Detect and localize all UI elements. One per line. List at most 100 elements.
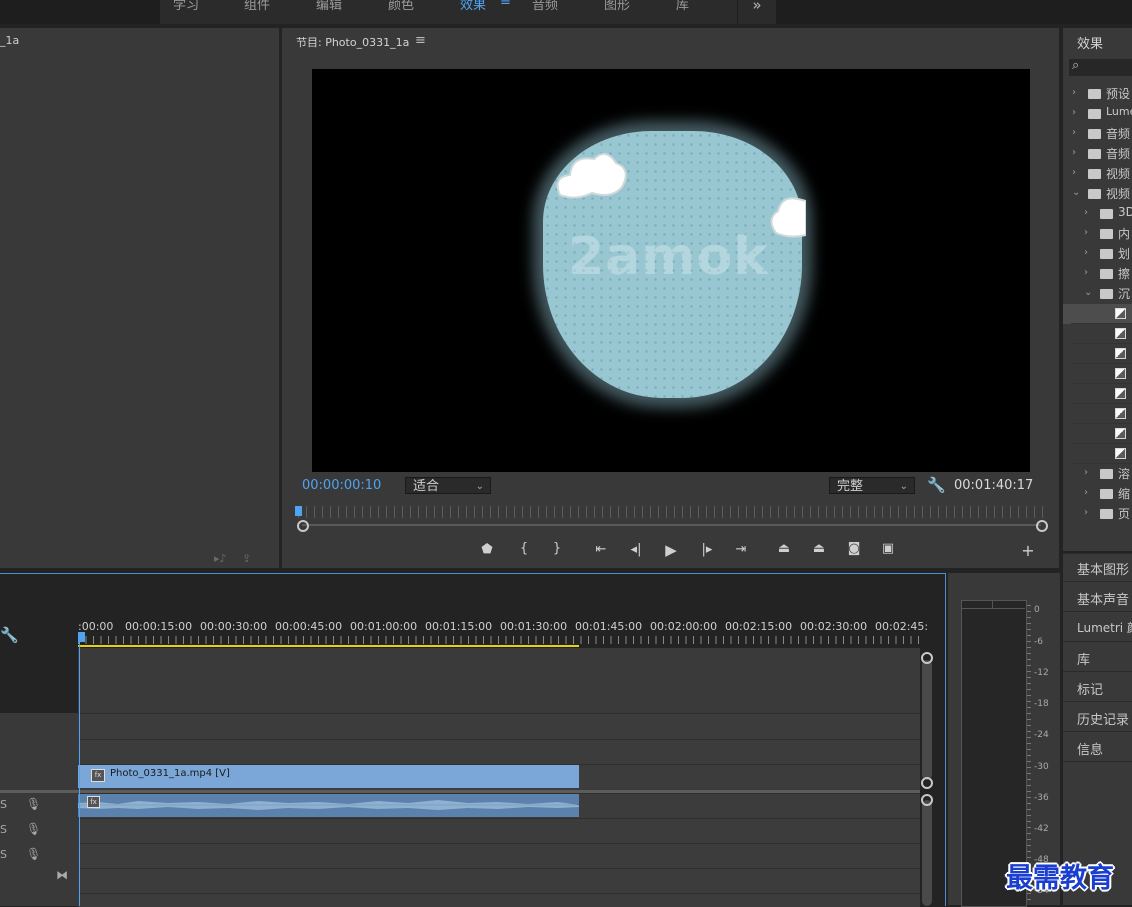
effects-folder[interactable]: › 溶 (1063, 464, 1132, 484)
panel-history[interactable]: 历史记录 (1077, 709, 1129, 728)
effects-folder[interactable]: › 擦 (1063, 264, 1132, 284)
effect-item[interactable] (1063, 424, 1132, 444)
effect-item[interactable] (1063, 384, 1132, 404)
chevron-right-icon[interactable]: › (1084, 207, 1088, 218)
effect-item[interactable] (1063, 344, 1132, 364)
program-video-frame[interactable]: 2amok (312, 69, 1030, 472)
solo-label-a3[interactable]: S (0, 848, 7, 861)
button-editor-plus-icon[interactable]: + (1017, 541, 1039, 560)
comparison-view-icon[interactable]: ▣ (877, 541, 899, 556)
chevron-right-icon[interactable]: › (1084, 247, 1088, 258)
zoom-bar-right-handle[interactable] (1036, 520, 1048, 532)
timeline-playhead-handle[interactable] (78, 632, 85, 642)
audio-clip[interactable]: fx (78, 794, 579, 817)
wrench-icon[interactable]: 🔧 (927, 476, 946, 494)
tab-color[interactable]: 颜色 (388, 0, 414, 13)
export-frame-icon[interactable]: ◙ (843, 541, 865, 556)
step-forward-icon[interactable]: |▸ (696, 542, 718, 557)
microphone-icon[interactable]: 🎙 (26, 847, 41, 861)
more-workspaces-button[interactable]: » (738, 0, 776, 24)
chevron-right-icon[interactable]: › (1072, 107, 1076, 118)
panel-libraries[interactable]: 库 (1077, 649, 1090, 668)
ruler-ticks[interactable] (78, 636, 920, 644)
chevron-right-icon[interactable]: › (1072, 147, 1076, 158)
effects-folder[interactable]: ⌄ 沉 (1063, 284, 1132, 304)
playhead-timecode[interactable]: 00:00:00:10 (302, 478, 381, 493)
effects-folder[interactable]: › 缩 (1063, 484, 1132, 504)
work-area-bar[interactable] (78, 645, 579, 647)
video-track-v3[interactable] (78, 713, 920, 739)
effect-item[interactable] (1063, 404, 1132, 424)
mark-out-icon[interactable]: } (546, 541, 568, 556)
add-marker-icon[interactable]: ⬟ (476, 542, 498, 557)
microphone-icon[interactable]: 🎙 (26, 797, 41, 811)
chevron-right-icon[interactable]: › (1084, 487, 1088, 498)
effects-folder[interactable]: › Lumetri (1063, 104, 1132, 124)
effects-folder[interactable]: › 音频 (1063, 124, 1132, 144)
effects-folder[interactable]: › 3D (1063, 204, 1132, 224)
tab-assembly[interactable]: 组件 (244, 0, 270, 13)
program-time-ruler[interactable] (298, 506, 1046, 518)
audio-track-a4[interactable] (78, 868, 920, 894)
tab-effects-menu-icon[interactable]: ≡ (500, 0, 511, 9)
zoom-select[interactable]: 适合 ⌄ (405, 477, 491, 494)
chevron-down-icon[interactable]: ⌄ (1084, 287, 1092, 298)
tab-graphics[interactable]: 图形 (604, 0, 630, 13)
go-to-out-icon[interactable]: ⇥ (730, 542, 752, 557)
quality-select[interactable]: 完整 ⌄ (829, 477, 915, 494)
effects-search-input[interactable]: ⌕ (1069, 58, 1132, 76)
effects-folder[interactable]: › 音频 (1063, 144, 1132, 164)
effects-folder[interactable]: › 内 (1063, 224, 1132, 244)
step-back-icon[interactable]: ◂| (625, 542, 647, 557)
effect-item[interactable] (1063, 364, 1132, 384)
video-scroll-top-handle[interactable] (921, 652, 933, 664)
timeline-wrench-icon[interactable]: 🔧 (0, 626, 19, 644)
effects-folder[interactable]: › 页 (1063, 504, 1132, 524)
video-clip[interactable]: fx Photo_0331_1a.mp4 [V] (78, 765, 579, 788)
tab-editing[interactable]: 编辑 (316, 0, 342, 13)
panel-essential-sound[interactable]: 基本声音 (1077, 589, 1129, 608)
master-track-icon[interactable]: ⧓ (56, 868, 68, 882)
chevron-right-icon[interactable]: › (1084, 467, 1088, 478)
effect-item[interactable] (1063, 324, 1132, 344)
audio-scrollbar[interactable] (922, 800, 932, 906)
video-scroll-bottom-handle[interactable] (921, 777, 933, 789)
chevron-right-icon[interactable]: › (1072, 127, 1076, 138)
insert-audio-icon[interactable]: ▸♪ (214, 552, 227, 565)
audio-track-a2[interactable] (78, 818, 920, 844)
effect-item[interactable] (1063, 304, 1132, 324)
chevron-right-icon[interactable]: › (1072, 167, 1076, 178)
tab-effects[interactable]: 效果 (460, 0, 486, 13)
go-to-in-icon[interactable]: ⇤ (590, 542, 612, 557)
microphone-icon[interactable]: 🎙 (26, 822, 41, 836)
chevron-right-icon[interactable]: › (1072, 87, 1076, 98)
panel-essential-graphics[interactable]: 基本图形 (1077, 559, 1129, 578)
panel-markers[interactable]: 标记 (1077, 679, 1103, 698)
tab-learn[interactable]: 学习 (173, 0, 199, 13)
video-scrollbar[interactable] (922, 660, 932, 780)
mark-in-icon[interactable]: { (513, 541, 535, 556)
tab-audio[interactable]: 音频 (532, 0, 558, 13)
chevron-down-icon[interactable]: ⌄ (1072, 187, 1080, 198)
timeline-playhead-line[interactable] (79, 642, 80, 906)
chevron-right-icon[interactable]: › (1084, 507, 1088, 518)
chevron-right-icon[interactable]: › (1084, 227, 1088, 238)
program-zoom-bar[interactable] (302, 524, 1041, 526)
export-frame-icon[interactable]: ⇪ (242, 552, 251, 565)
audio-track-a3[interactable] (78, 843, 920, 869)
effect-item[interactable] (1063, 444, 1132, 464)
play-icon[interactable]: ▶ (660, 541, 682, 559)
program-playhead[interactable] (295, 506, 302, 516)
program-menu-icon[interactable]: ≡ (415, 33, 426, 48)
tab-libraries[interactable]: 库 (676, 0, 689, 13)
effects-folder[interactable]: ⌄ 视频 (1063, 184, 1132, 204)
zoom-bar-left-handle[interactable] (297, 520, 309, 532)
panel-lumetri-color[interactable]: Lumetri 颜色 (1077, 619, 1132, 636)
extract-icon[interactable]: ⏏ (808, 541, 830, 556)
lift-icon[interactable]: ⏏ (773, 541, 795, 556)
effects-folder[interactable]: › 预设 (1063, 84, 1132, 104)
effects-folder[interactable]: › 划 (1063, 244, 1132, 264)
solo-label-a2[interactable]: S (0, 823, 7, 836)
solo-label-a1[interactable]: S (0, 798, 7, 811)
audio-scroll-top-handle[interactable] (921, 794, 933, 806)
